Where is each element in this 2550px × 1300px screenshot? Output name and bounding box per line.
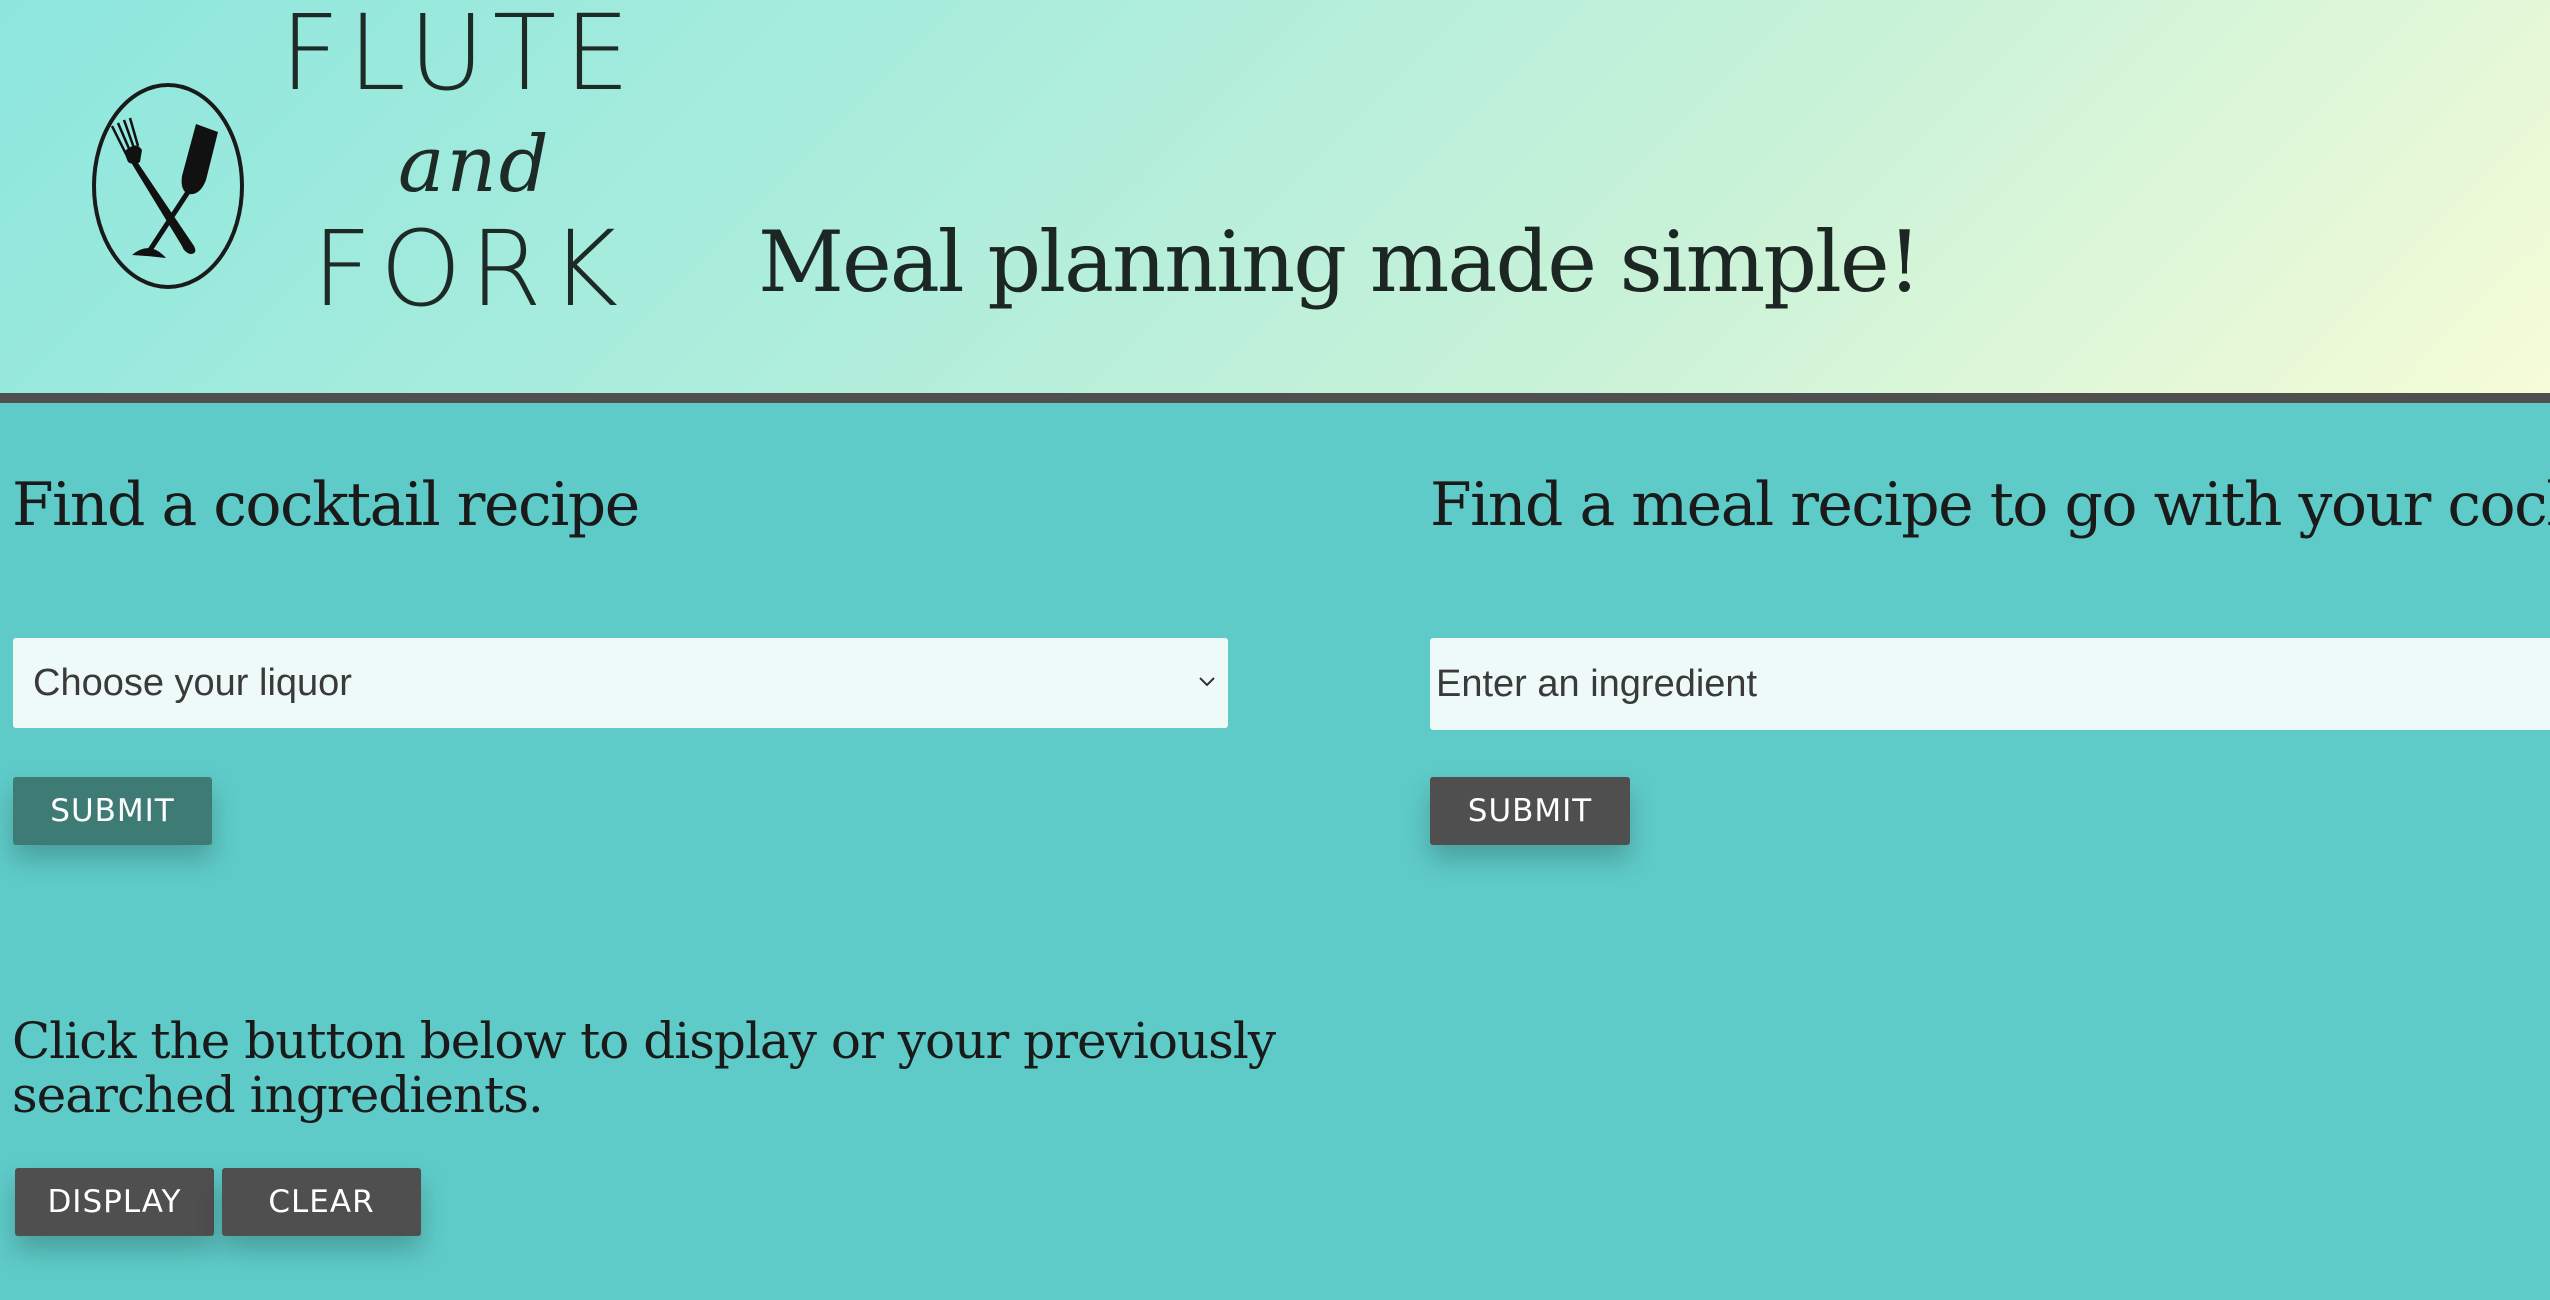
brand-name-flute: FLUTE (280, 0, 638, 114)
liquor-select-value: Choose your liquor (33, 661, 352, 704)
liquor-select[interactable]: Choose your liquor (13, 638, 1228, 728)
ingredient-input[interactable] (1430, 638, 2550, 730)
brand-name-fork: FORK (312, 208, 627, 330)
tagline: Meal planning made simple! (758, 213, 1921, 311)
fork-and-champagne-flute-logo-icon (92, 83, 244, 289)
cocktail-submit-button[interactable]: SUBMIT (13, 777, 212, 845)
display-history-button[interactable]: DISPLAY (15, 1168, 214, 1236)
brand-name-and: and (398, 120, 551, 210)
chevron-down-icon (1199, 677, 1215, 687)
meal-submit-button[interactable]: SUBMIT (1430, 777, 1630, 845)
site-header: FLUTE and FORK Meal planning made simple… (0, 0, 2550, 395)
header-divider (0, 393, 2550, 403)
cocktail-section-title: Find a cocktail recipe (12, 470, 640, 540)
meal-section-title: Find a meal recipe to go with your cockt… (1430, 470, 2550, 540)
history-instructions: Click the button below to display or you… (12, 1012, 1276, 1124)
clear-history-button[interactable]: CLEAR (222, 1168, 421, 1236)
